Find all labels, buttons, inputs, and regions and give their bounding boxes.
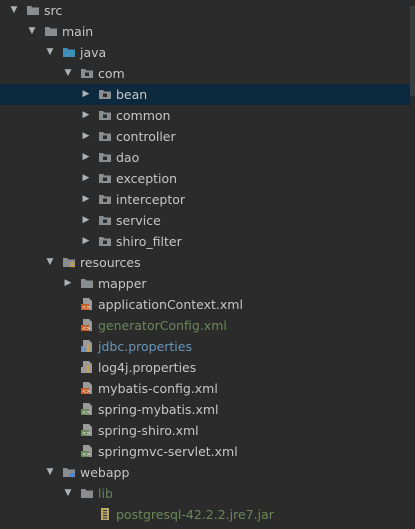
spring-xml-file-icon: <> [80, 444, 94, 458]
collapsed-arrow-icon[interactable]: ▶ [80, 193, 92, 205]
tree-node-main[interactable]: ▼ main [0, 21, 415, 42]
tree-node-label: webapp [80, 465, 130, 480]
xml-file-icon: <> [80, 381, 94, 395]
collapsed-arrow-icon[interactable]: ▶ [80, 109, 92, 121]
tree-node-label: postgresql-42.2.2.jre7.jar [116, 507, 274, 522]
jar-file-icon [98, 507, 112, 521]
tree-node-bean[interactable]: ▶ bean [0, 84, 415, 105]
folder-icon [26, 3, 40, 17]
tree-node-label: generatorConfig.xml [98, 318, 227, 333]
collapsed-arrow-icon[interactable]: ▶ [80, 235, 92, 247]
package-icon [98, 192, 112, 206]
expanded-arrow-icon[interactable]: ▼ [44, 46, 56, 58]
package-icon [98, 108, 112, 122]
tree-node-label: interceptor [116, 192, 186, 207]
tree-node-com[interactable]: ▼ com [0, 63, 415, 84]
svg-text:<>: <> [82, 452, 90, 458]
tree-node-java[interactable]: ▼ java [0, 42, 415, 63]
tree-node-service[interactable]: ▶ service [0, 210, 415, 231]
svg-text:<>: <> [82, 326, 90, 332]
expanded-arrow-icon[interactable]: ▼ [26, 25, 38, 37]
package-icon [98, 213, 112, 227]
spring-xml-file-icon: <> [80, 402, 94, 416]
tree-node-label: lib [98, 486, 113, 501]
collapsed-arrow-icon[interactable]: ▶ [80, 214, 92, 226]
folder-icon [44, 24, 58, 38]
properties-file-icon [80, 339, 94, 353]
expanded-arrow-icon[interactable]: ▼ [62, 487, 74, 499]
svg-text:<>: <> [82, 431, 90, 437]
tree-node-label: spring-shiro.xml [98, 423, 199, 438]
collapsed-arrow-icon[interactable]: ▶ [80, 172, 92, 184]
tree-node-lib[interactable]: ▼ lib [0, 483, 415, 504]
package-icon [98, 234, 112, 248]
tree-node-mybatis-config-xml[interactable]: <> mybatis-config.xml [0, 378, 415, 399]
tree-node-shiro-filter[interactable]: ▶ shiro_filter [0, 231, 415, 252]
tree-node-label: java [80, 45, 107, 60]
package-icon [98, 87, 112, 101]
tree-node-spring-shiro-xml[interactable]: <> spring-shiro.xml [0, 420, 415, 441]
tree-node-springmvc-servlet-xml[interactable]: <> springmvc-servlet.xml [0, 441, 415, 462]
package-icon [98, 150, 112, 164]
xml-file-icon: <> [80, 318, 94, 332]
expanded-arrow-icon[interactable]: ▼ [8, 4, 20, 16]
collapsed-arrow-icon[interactable]: ▶ [80, 151, 92, 163]
xml-file-icon: <> [80, 297, 94, 311]
expanded-arrow-icon[interactable]: ▼ [62, 67, 74, 79]
collapsed-arrow-icon[interactable]: ▶ [80, 88, 92, 100]
tree-node-log4j-properties[interactable]: log4j.properties [0, 357, 415, 378]
tree-node-interceptor[interactable]: ▶ interceptor [0, 189, 415, 210]
tree-node-dao[interactable]: ▶ dao [0, 147, 415, 168]
web-folder-icon [62, 465, 76, 479]
tree-node-webapp[interactable]: ▼ webapp [0, 462, 415, 483]
tree-node-label: spring-mybatis.xml [98, 402, 219, 417]
spring-xml-file-icon: <> [80, 423, 94, 437]
svg-text:<>: <> [82, 305, 90, 311]
tree-node-label: log4j.properties [98, 360, 197, 375]
tree-node-spring-mybatis-xml[interactable]: <> spring-mybatis.xml [0, 399, 415, 420]
tree-node-label: com [98, 66, 125, 81]
tree-node-postgresql-42-2-2-jre7-jar[interactable]: postgresql-42.2.2.jre7.jar [0, 504, 415, 525]
tree-node-jdbc-properties[interactable]: jdbc.properties [0, 336, 415, 357]
tree-node-src[interactable]: ▼ src [0, 0, 415, 21]
tree-node-label: mybatis-config.xml [98, 381, 218, 396]
scrollbar[interactable] [410, 0, 415, 529]
tree-node-label: resources [80, 255, 141, 270]
tree-node-common[interactable]: ▶ common [0, 105, 415, 126]
tree-node-generatorconfig-xml[interactable]: <> generatorConfig.xml [0, 315, 415, 336]
tree-node-label: service [116, 213, 161, 228]
tree-node-label: jdbc.properties [98, 339, 192, 354]
collapsed-arrow-icon[interactable]: ▶ [80, 130, 92, 142]
package-icon [80, 66, 94, 80]
tree-node-label: shiro_filter [116, 234, 182, 249]
tree-node-label: exception [116, 171, 178, 186]
tree-node-resources[interactable]: ▼ resources [0, 252, 415, 273]
tree-node-label: controller [116, 129, 176, 144]
resources-folder-icon [62, 255, 76, 269]
tree-node-label: main [62, 24, 94, 39]
tree-node-label: bean [116, 87, 148, 102]
svg-text:<>: <> [82, 410, 90, 416]
svg-text:<>: <> [82, 389, 90, 395]
package-icon [98, 171, 112, 185]
expanded-arrow-icon[interactable]: ▼ [44, 256, 56, 268]
properties-file-icon [80, 360, 94, 374]
package-icon [98, 129, 112, 143]
tree-node-controller[interactable]: ▶ controller [0, 126, 415, 147]
folder-icon [80, 486, 94, 500]
folder-icon [80, 276, 94, 290]
expanded-arrow-icon[interactable]: ▼ [44, 466, 56, 478]
tree-node-label: mapper [98, 276, 147, 291]
tree-node-mapper[interactable]: ▶ mapper [0, 273, 415, 294]
source-folder-icon [62, 45, 76, 59]
tree-node-label: dao [116, 150, 140, 165]
scrollbar-thumb[interactable] [410, 6, 415, 96]
tree-node-label: applicationContext.xml [98, 297, 243, 312]
tree-node-label: common [116, 108, 171, 123]
tree-node-label: springmvc-servlet.xml [98, 444, 238, 459]
tree-node-applicationcontext-xml[interactable]: <> applicationContext.xml [0, 294, 415, 315]
collapsed-arrow-icon[interactable]: ▶ [62, 277, 74, 289]
tree-node-label: src [44, 3, 63, 18]
tree-node-exception[interactable]: ▶ exception [0, 168, 415, 189]
